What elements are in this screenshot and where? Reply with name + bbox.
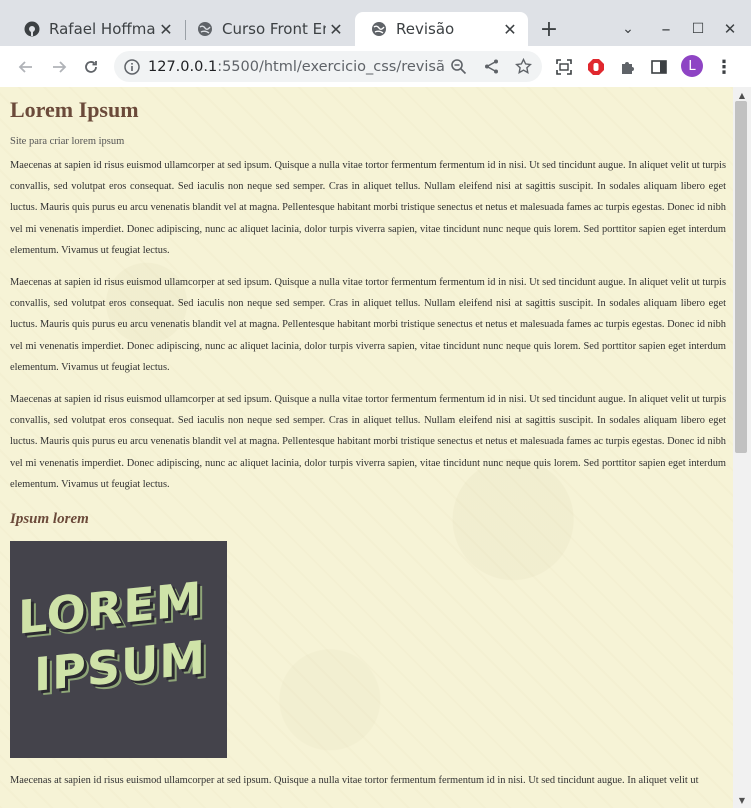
- maximize-button[interactable]: ☐: [685, 16, 711, 42]
- lorem-ipsum-image: LOREM IPSUM: [10, 541, 227, 759]
- browser-toolbar: 127.0.0.1:5500/html/exercicio_css/revisã…: [0, 46, 751, 88]
- tab-curso-front-end[interactable]: Curso Front End ✕: [181, 12, 354, 46]
- paragraph: Maecenas at sapien id risus euismod ulla…: [10, 277, 726, 373]
- minimize-button[interactable]: –: [653, 16, 679, 42]
- scrollbar-thumb[interactable]: [735, 101, 747, 453]
- section-title: Ipsum lorem: [10, 511, 89, 528]
- arrow-left-icon: [18, 61, 32, 73]
- paragraph: Maecenas at sapien id risus euismod ulla…: [10, 394, 726, 490]
- zoom-icon[interactable]: [450, 58, 467, 79]
- reload-icon: [85, 61, 97, 73]
- address-bar[interactable]: 127.0.0.1:5500/html/exercicio_css/revisã…: [114, 51, 542, 82]
- close-icon[interactable]: ✕: [326, 19, 346, 39]
- page-subtitle: Site para criar lorem ipsum: [10, 136, 125, 147]
- new-tab-button[interactable]: +: [536, 16, 562, 42]
- url-path: :5500/html/exercicio_css/revisão2....: [217, 58, 444, 75]
- globe-icon: [197, 21, 213, 37]
- close-icon[interactable]: ✕: [156, 19, 176, 39]
- scroll-down-arrow-icon[interactable]: ▼: [733, 794, 751, 806]
- bookmark-star-icon[interactable]: [515, 57, 532, 79]
- paragraph: Maecenas at sapien id risus euismod ulla…: [10, 775, 699, 787]
- tab-strip: Rafael Hoffman ✕ Curso Front End ✕ Revis…: [0, 0, 751, 46]
- side-panel-button[interactable]: [646, 54, 672, 80]
- tab-title: Curso Front End: [222, 20, 326, 38]
- reload-button[interactable]: [78, 54, 104, 80]
- page-viewport: Lorem Ipsum Site para criar lorem ipsum …: [0, 87, 733, 808]
- github-icon: [24, 21, 40, 37]
- url-host: 127.0.0.1: [148, 58, 218, 75]
- browser-menu-button[interactable]: ⋮: [711, 54, 737, 80]
- page-title: Lorem Ipsum: [10, 97, 139, 122]
- tab-search-button[interactable]: ⌄: [615, 16, 641, 42]
- capture-button[interactable]: [551, 54, 577, 80]
- adblock-extension-button[interactable]: [583, 54, 609, 80]
- back-button[interactable]: [13, 54, 39, 80]
- stop-sign-icon: [588, 59, 604, 75]
- profile-avatar[interactable]: L: [681, 55, 703, 77]
- tab-rafael-hoffman[interactable]: Rafael Hoffman ✕: [8, 12, 184, 46]
- close-icon[interactable]: ✕: [500, 19, 520, 39]
- extensions-button[interactable]: [615, 54, 641, 80]
- paragraph: Maecenas at sapien id risus euismod ulla…: [10, 160, 726, 256]
- tab-title: Revisão: [396, 20, 455, 38]
- site-info-icon[interactable]: [124, 58, 140, 75]
- side-panel-icon: [651, 60, 667, 74]
- screenshot-icon: [556, 59, 572, 75]
- scroll-up-arrow-icon[interactable]: ▲: [733, 89, 751, 101]
- page-scrollbar[interactable]: ▲ ▼: [733, 87, 751, 808]
- tab-revisao[interactable]: Revisão ✕: [355, 12, 528, 46]
- arrow-right-icon: [53, 61, 67, 73]
- page-content: Lorem Ipsum Site para criar lorem ipsum …: [10, 87, 726, 791]
- browser-window: Rafael Hoffman ✕ Curso Front End ✕ Revis…: [0, 0, 751, 808]
- url-text: 127.0.0.1:5500/html/exercicio_css/revisã…: [148, 59, 444, 75]
- tab-title: Rafael Hoffman: [49, 20, 156, 38]
- image-text-ipsum: IPSUM: [34, 630, 207, 703]
- puzzle-icon: [622, 62, 634, 74]
- forward-button[interactable]: [46, 54, 72, 80]
- globe-icon: [371, 21, 387, 37]
- share-icon[interactable]: [483, 58, 500, 79]
- close-window-button[interactable]: ✕: [717, 16, 743, 42]
